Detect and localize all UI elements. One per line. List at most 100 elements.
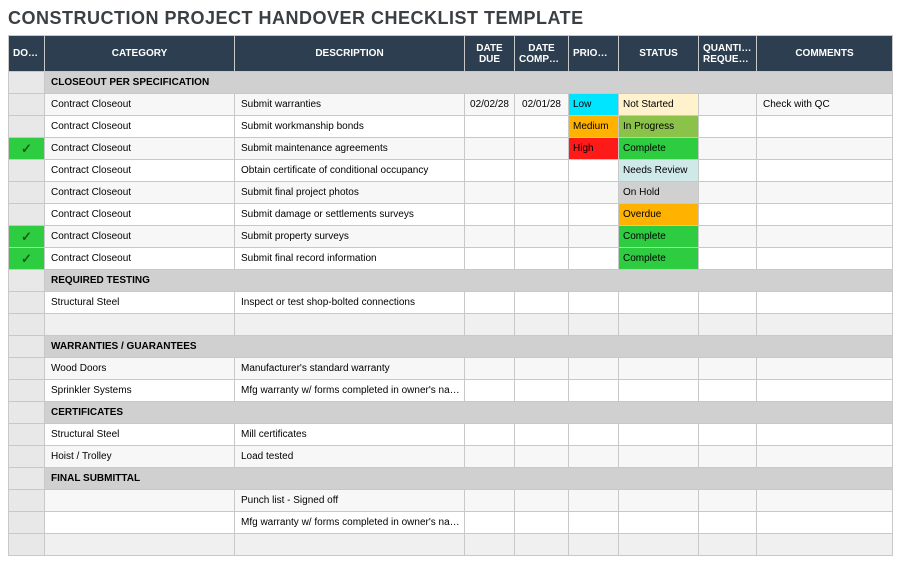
date-completed-cell[interactable] (515, 182, 569, 204)
empty-cell[interactable] (699, 314, 757, 336)
category-cell[interactable]: Wood Doors (45, 358, 235, 380)
empty-cell[interactable] (465, 534, 515, 556)
status-cell[interactable] (619, 358, 699, 380)
qty-cell[interactable] (699, 380, 757, 402)
date-completed-cell[interactable] (515, 446, 569, 468)
empty-cell[interactable] (45, 534, 235, 556)
description-cell[interactable]: Submit workmanship bonds (235, 116, 465, 138)
description-cell[interactable]: Load tested (235, 446, 465, 468)
priority-cell[interactable] (569, 160, 619, 182)
date-completed-cell[interactable] (515, 226, 569, 248)
empty-cell[interactable] (619, 534, 699, 556)
description-cell[interactable]: Mill certificates (235, 424, 465, 446)
done-checkbox[interactable] (9, 424, 45, 446)
qty-cell[interactable] (699, 446, 757, 468)
date-due-cell[interactable] (465, 446, 515, 468)
done-cell[interactable] (9, 402, 45, 424)
date-due-cell[interactable] (465, 248, 515, 270)
status-cell[interactable] (619, 490, 699, 512)
comments-cell[interactable] (757, 424, 893, 446)
category-cell[interactable]: Structural Steel (45, 292, 235, 314)
done-checkbox[interactable]: ✓ (9, 138, 45, 160)
priority-cell[interactable]: High (569, 138, 619, 160)
done-checkbox[interactable] (9, 94, 45, 116)
description-cell[interactable]: Manufacturer's standard warranty (235, 358, 465, 380)
date-due-cell[interactable] (465, 138, 515, 160)
date-completed-cell[interactable]: 02/01/28 (515, 94, 569, 116)
empty-cell[interactable] (9, 534, 45, 556)
description-cell[interactable]: Obtain certificate of conditional occupa… (235, 160, 465, 182)
empty-cell[interactable] (619, 314, 699, 336)
done-checkbox[interactable] (9, 490, 45, 512)
category-cell[interactable]: Contract Closeout (45, 204, 235, 226)
description-cell[interactable]: Submit maintenance agreements (235, 138, 465, 160)
status-cell[interactable]: In Progress (619, 116, 699, 138)
qty-cell[interactable] (699, 424, 757, 446)
priority-cell[interactable] (569, 358, 619, 380)
priority-cell[interactable] (569, 182, 619, 204)
comments-cell[interactable] (757, 226, 893, 248)
empty-cell[interactable] (569, 534, 619, 556)
priority-cell[interactable] (569, 204, 619, 226)
date-completed-cell[interactable] (515, 292, 569, 314)
done-checkbox[interactable] (9, 380, 45, 402)
done-checkbox[interactable] (9, 116, 45, 138)
done-cell[interactable] (9, 336, 45, 358)
date-due-cell[interactable] (465, 490, 515, 512)
description-cell[interactable]: Submit final project photos (235, 182, 465, 204)
done-checkbox[interactable] (9, 292, 45, 314)
description-cell[interactable]: Mfg warranty w/ forms completed in owner… (235, 380, 465, 402)
comments-cell[interactable] (757, 446, 893, 468)
empty-cell[interactable] (235, 314, 465, 336)
qty-cell[interactable] (699, 358, 757, 380)
comments-cell[interactable]: Check with QC (757, 94, 893, 116)
date-completed-cell[interactable] (515, 424, 569, 446)
status-cell[interactable]: Complete (619, 138, 699, 160)
qty-cell[interactable] (699, 490, 757, 512)
priority-cell[interactable] (569, 248, 619, 270)
status-cell[interactable]: Overdue (619, 204, 699, 226)
date-completed-cell[interactable] (515, 138, 569, 160)
date-due-cell[interactable] (465, 204, 515, 226)
empty-cell[interactable] (757, 534, 893, 556)
empty-cell[interactable] (9, 314, 45, 336)
comments-cell[interactable] (757, 292, 893, 314)
category-cell[interactable]: Contract Closeout (45, 182, 235, 204)
comments-cell[interactable] (757, 248, 893, 270)
qty-cell[interactable] (699, 116, 757, 138)
priority-cell[interactable] (569, 512, 619, 534)
category-cell[interactable]: Hoist / Trolley (45, 446, 235, 468)
priority-cell[interactable] (569, 380, 619, 402)
qty-cell[interactable] (699, 248, 757, 270)
status-cell[interactable]: Needs Review (619, 160, 699, 182)
empty-cell[interactable] (515, 534, 569, 556)
priority-cell[interactable] (569, 490, 619, 512)
empty-cell[interactable] (45, 314, 235, 336)
date-due-cell[interactable] (465, 292, 515, 314)
status-cell[interactable]: Complete (619, 248, 699, 270)
done-checkbox[interactable] (9, 182, 45, 204)
date-completed-cell[interactable] (515, 380, 569, 402)
empty-cell[interactable] (757, 314, 893, 336)
priority-cell[interactable]: Low (569, 94, 619, 116)
category-cell[interactable]: Contract Closeout (45, 160, 235, 182)
date-due-cell[interactable]: 02/02/28 (465, 94, 515, 116)
comments-cell[interactable] (757, 116, 893, 138)
category-cell[interactable]: Contract Closeout (45, 116, 235, 138)
category-cell[interactable]: Contract Closeout (45, 226, 235, 248)
done-cell[interactable] (9, 270, 45, 292)
description-cell[interactable]: Inspect or test shop-bolted connections (235, 292, 465, 314)
description-cell[interactable]: Submit warranties (235, 94, 465, 116)
category-cell[interactable]: Sprinkler Systems (45, 380, 235, 402)
comments-cell[interactable] (757, 138, 893, 160)
done-cell[interactable] (9, 468, 45, 490)
status-cell[interactable] (619, 512, 699, 534)
done-checkbox[interactable] (9, 204, 45, 226)
description-cell[interactable]: Submit property surveys (235, 226, 465, 248)
empty-cell[interactable] (699, 534, 757, 556)
status-cell[interactable]: On Hold (619, 182, 699, 204)
date-completed-cell[interactable] (515, 358, 569, 380)
date-completed-cell[interactable] (515, 490, 569, 512)
comments-cell[interactable] (757, 512, 893, 534)
category-cell[interactable]: Contract Closeout (45, 94, 235, 116)
